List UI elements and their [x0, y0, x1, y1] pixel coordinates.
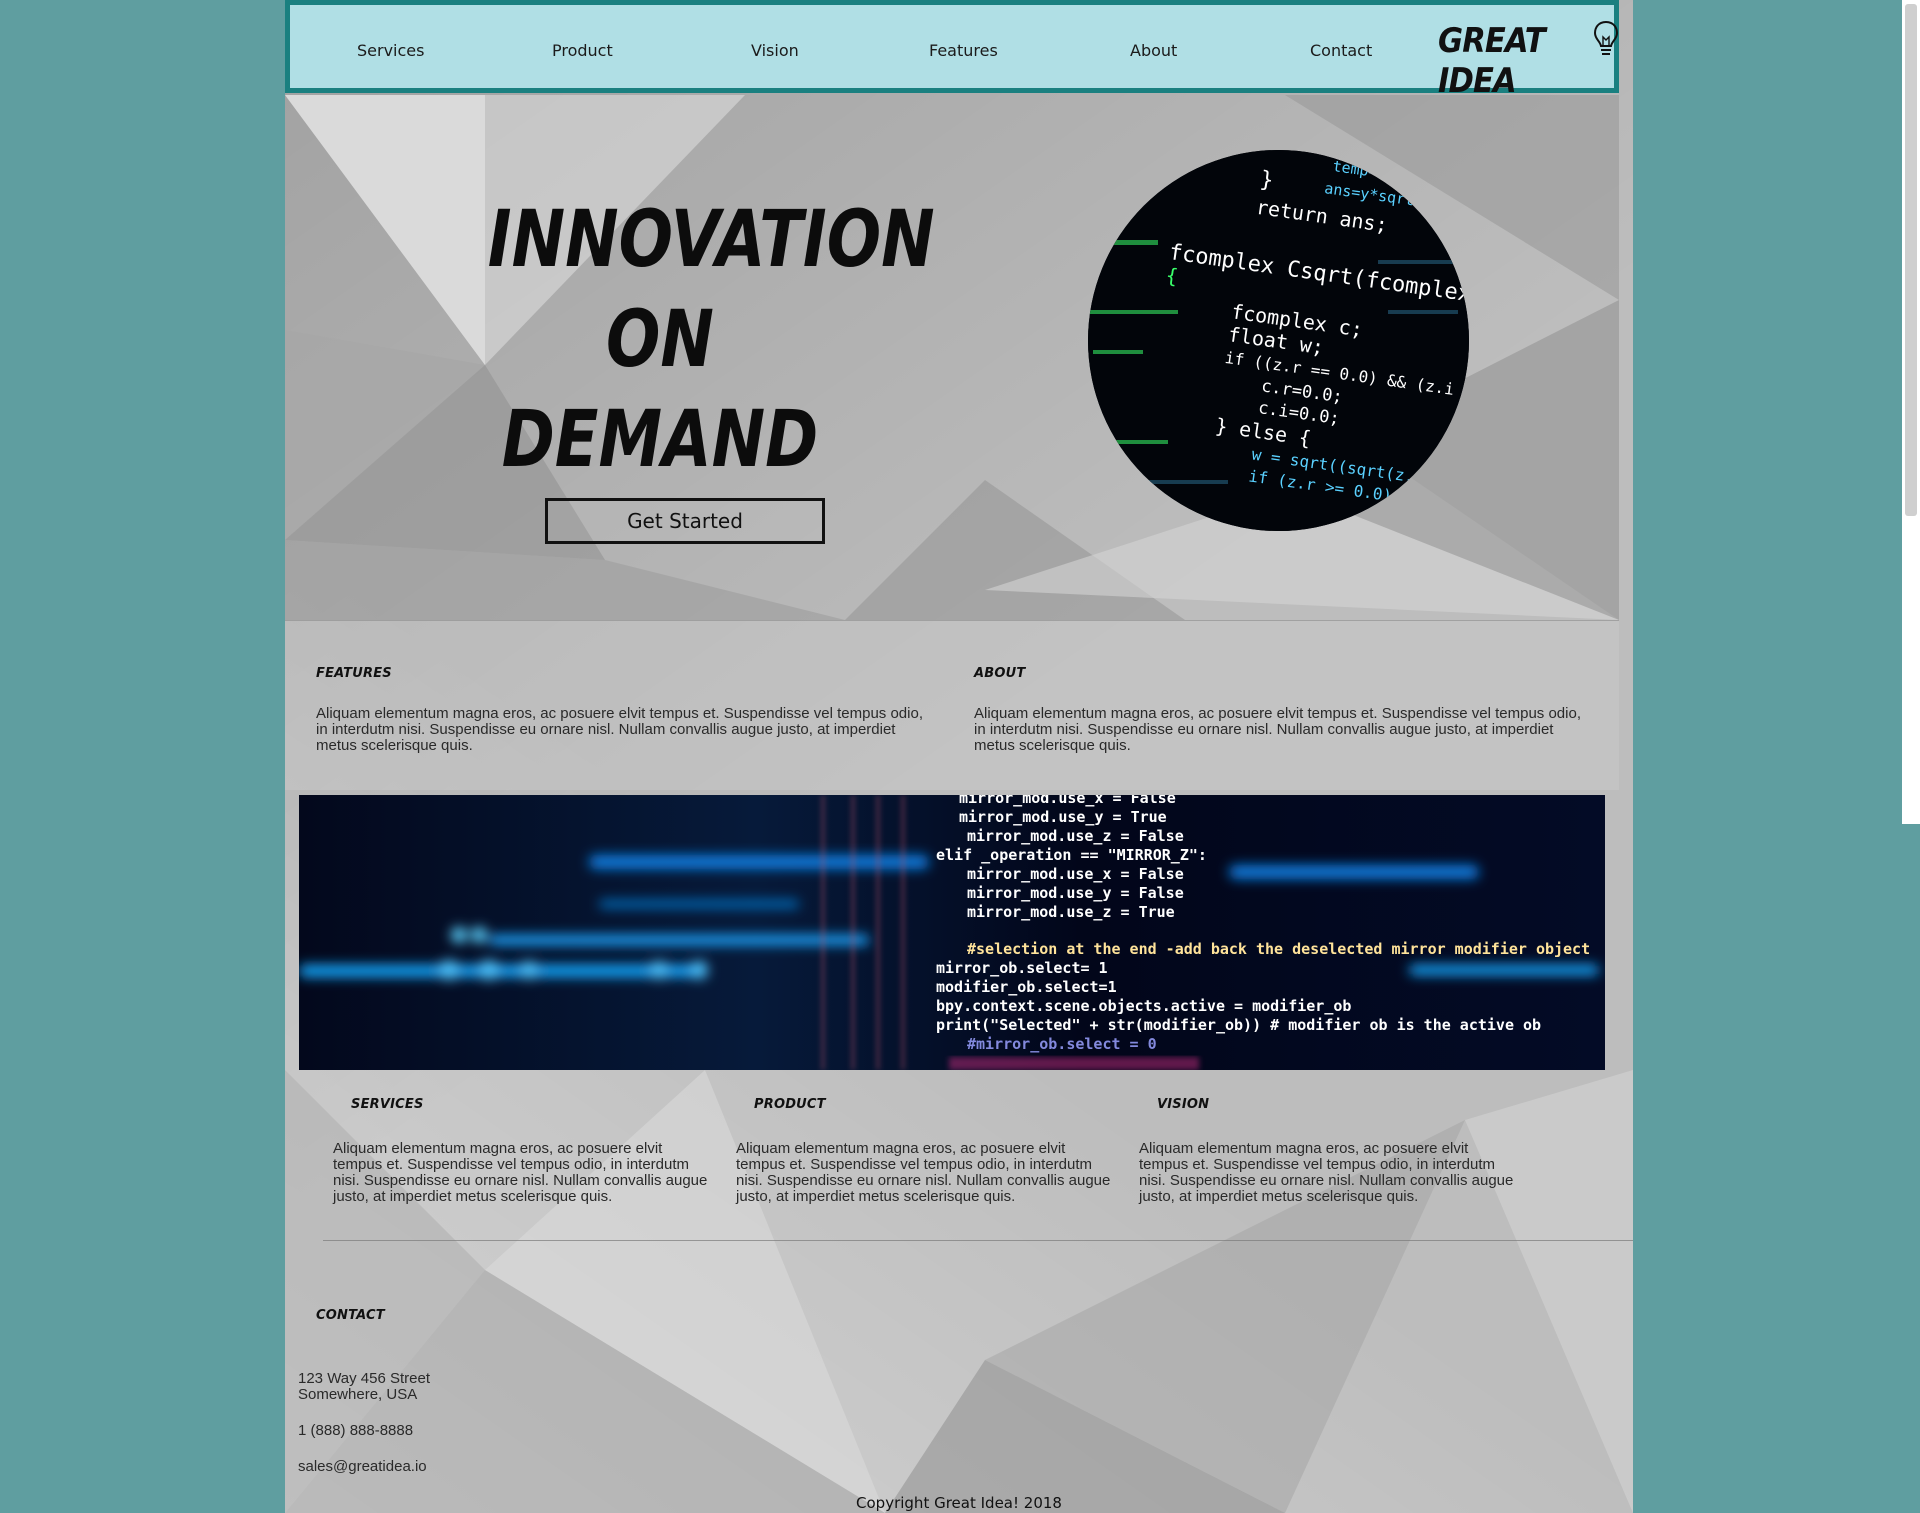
contact-phone[interactable]: 1 (888) 888-8888 [298, 1423, 413, 1439]
contact-heading: CONTACT [316, 1308, 385, 1323]
banner-code-line-10: modifier_ob.select=1 [936, 978, 1117, 996]
about-heading: ABOUT [974, 666, 1026, 681]
code-banner-svg: mirror_mod.use_x = False mirror_mod.use_… [299, 795, 1599, 1070]
hero-code-svg: temp=x/y; ans=y*sqrt(1.0+temp*temp } ret… [1088, 150, 1469, 531]
banner-code-line-3: mirror_mod.use_z = False [967, 827, 1184, 845]
code-banner-image: mirror_mod.use_x = False mirror_mod.use_… [299, 795, 1605, 1070]
scrollbar-thumb[interactable] [1905, 4, 1917, 516]
get-started-button[interactable]: Get Started [545, 498, 825, 544]
contact-email-link[interactable]: sales@greatidea.io [298, 1459, 427, 1475]
banner-code-line-1: mirror_mod.use_x = False [959, 795, 1176, 807]
contact-address-line-2: Somewhere, USA [298, 1386, 418, 1403]
hero-title-line-2: ON [606, 295, 714, 385]
banner-code-line-13: #mirror_ob.select = 0 [967, 1035, 1157, 1053]
site-container: Services Product Vision Features About C… [285, 0, 1633, 1513]
banner-code-line-5: mirror_mod.use_x = False [967, 865, 1184, 883]
contact-divider [323, 1240, 1633, 1241]
nav-link-contact[interactable]: Contact [1310, 41, 1372, 60]
lightbulb-icon [1593, 20, 1619, 55]
vision-heading: VISION [1157, 1097, 1210, 1112]
nav-link-product[interactable]: Product [552, 41, 613, 60]
banner-code-line-4: elif _operation == "MIRROR_Z": [936, 846, 1207, 864]
product-heading: PRODUCT [754, 1097, 826, 1112]
banner-code-line-8: #selection at the end -add back the dese… [967, 940, 1590, 958]
vision-text: Aliquam elementum magna eros, ac posuere… [1139, 1140, 1514, 1205]
hero-title-line-1: INNOVATION [487, 195, 935, 285]
site-logo[interactable]: GREAT IDEA [1438, 21, 1596, 101]
top-navbar: Services Product Vision Features About C… [285, 0, 1619, 101]
banner-code-line-2: mirror_mod.use_y = True [959, 808, 1167, 826]
banner-code-line-11: bpy.context.scene.objects.active = modif… [936, 997, 1351, 1015]
services-heading: SERVICES [351, 1097, 424, 1112]
nav-link-about[interactable]: About [1130, 41, 1177, 60]
hero-code-image: temp=x/y; ans=y*sqrt(1.0+temp*temp } ret… [1088, 150, 1469, 531]
banner-code-line-12: print("Selected" + str(modifier_ob)) # m… [936, 1016, 1541, 1034]
product-text: Aliquam elementum magna eros, ac posuere… [736, 1140, 1111, 1205]
features-heading: FEATURES [316, 666, 392, 681]
features-text: Aliquam elementum magna eros, ac posuere… [316, 705, 923, 754]
page-scrollbar[interactable] [1902, 0, 1920, 824]
hero-divider [285, 620, 1619, 621]
hero-title-line-3: DEMAND [501, 395, 819, 485]
banner-vertical-lines [822, 795, 904, 1070]
banner-code-line-9: mirror_ob.select= 1 [936, 959, 1108, 977]
services-text: Aliquam elementum magna eros, ac posuere… [333, 1140, 708, 1205]
nav-link-vision[interactable]: Vision [751, 41, 799, 60]
hero-title: INNOVATION ON DEMAND [487, 190, 935, 490]
banner-code-line-7: mirror_mod.use_z = True [967, 903, 1175, 921]
nav-link-features[interactable]: Features [929, 41, 998, 60]
banner-code-line-6: mirror_mod.use_y = False [967, 884, 1184, 902]
nav-link-services[interactable]: Services [357, 41, 424, 60]
footer-copyright: Copyright Great Idea! 2018 [856, 1494, 1062, 1512]
about-text: Aliquam elementum magna eros, ac posuere… [974, 705, 1581, 754]
contact-address-line-1: 123 Way 456 Street [298, 1370, 431, 1387]
